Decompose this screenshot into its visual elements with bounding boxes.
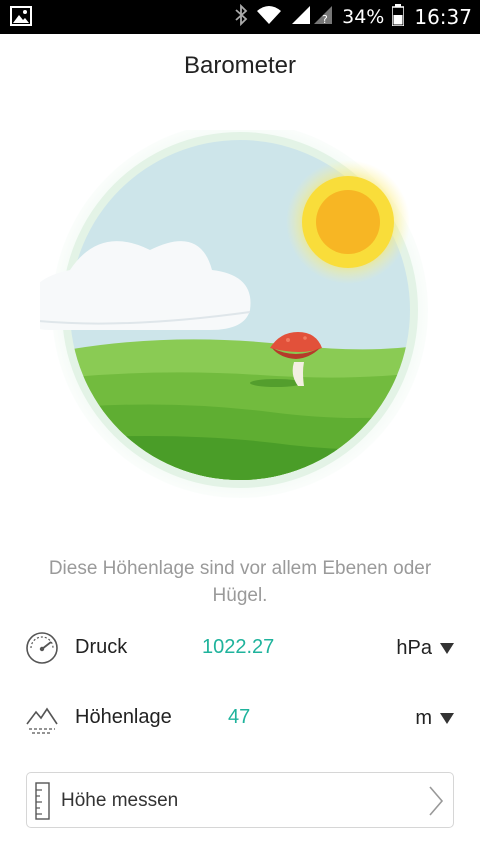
pressure-unit-label: hPa: [396, 636, 432, 659]
wifi-icon: [256, 5, 282, 30]
battery-icon: [391, 3, 406, 31]
pressure-label: Druck: [75, 636, 128, 658]
image-icon: [10, 6, 32, 31]
pressure-unit-dropdown[interactable]: hPa: [396, 632, 454, 664]
status-bar: ? 34% 16:37: [0, 0, 480, 34]
svg-text:?: ?: [322, 13, 328, 26]
measure-height-label: Höhe messen: [61, 790, 179, 811]
dropdown-arrow-icon: [440, 642, 454, 654]
weather-illustration: [26, 122, 440, 535]
page-title: Barometer: [183, 52, 297, 79]
battery-percent: 34%: [342, 6, 385, 28]
sun-icon: [286, 160, 410, 284]
gauge-icon: [24, 630, 60, 671]
chevron-right-icon: [427, 785, 445, 822]
ruler-icon: [35, 782, 51, 825]
bluetooth-icon: [234, 3, 248, 31]
pressure-value: 1022.27: [202, 636, 275, 658]
altitude-unit-label: m: [415, 706, 432, 729]
signal-icon: ?: [290, 4, 334, 31]
altitude-row: Höhenlage 47 m: [0, 694, 480, 742]
altitude-unit-dropdown[interactable]: m: [415, 702, 454, 734]
status-time: 16:37: [414, 5, 472, 29]
altitude-label: Höhenlage: [75, 706, 172, 728]
mountain-icon: [24, 700, 60, 741]
measure-height-button[interactable]: Höhe messen: [26, 772, 454, 828]
altitude-value: 47: [228, 706, 251, 728]
dropdown-arrow-icon: [440, 712, 454, 724]
altitude-description: Diese Höhenlage sind vor allem Ebenen od…: [48, 558, 432, 606]
pressure-row: Druck 1022.27 hPa: [0, 624, 480, 672]
